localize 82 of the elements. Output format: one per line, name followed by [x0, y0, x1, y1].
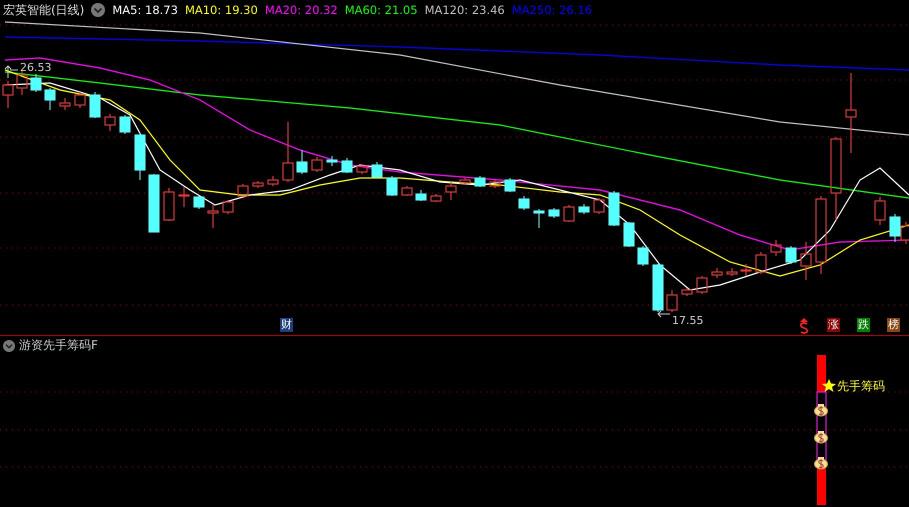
candlestick — [326, 156, 338, 166]
candlestick — [386, 176, 398, 196]
candlestick — [430, 194, 442, 202]
candlestick — [874, 196, 886, 226]
candlestick — [296, 150, 308, 174]
moving-average-label: MA120: 23.46 — [424, 3, 505, 17]
candlestick — [342, 158, 352, 174]
event-marker[interactable]: 涨 — [827, 318, 840, 332]
candlestick — [178, 186, 190, 208]
event-marker[interactable]: 跌 — [857, 318, 870, 332]
money-bag-icon — [814, 431, 828, 444]
candlestick — [800, 242, 812, 280]
candlestick — [402, 186, 412, 196]
candlestick — [148, 174, 160, 232]
high-pointer-icon — [4, 65, 18, 78]
candlestick — [252, 180, 264, 188]
candlestick — [282, 122, 294, 182]
money-bag-icon — [814, 457, 828, 470]
candlestick — [712, 268, 722, 278]
candlestick — [372, 162, 382, 178]
chart-title: 宏英智能(日线) — [3, 2, 84, 18]
signal-label: 先手筹码 — [837, 379, 885, 393]
candlestick — [564, 204, 574, 222]
candlestick — [682, 288, 692, 296]
candlestick — [356, 164, 368, 174]
candlestick — [578, 204, 590, 214]
moving-average-label: MA10: 19.30 — [184, 3, 258, 17]
candlestick — [474, 176, 486, 188]
candlestick — [460, 178, 470, 186]
candlestick — [30, 74, 42, 92]
candlestick — [518, 196, 530, 210]
candlestick — [594, 198, 604, 214]
candlestick — [624, 222, 634, 248]
candlestick — [696, 276, 708, 294]
moving-average-label: MA60: 21.05 — [344, 3, 418, 17]
moving-average-label: MA250: 26.16 — [512, 3, 592, 17]
candlestick — [238, 184, 248, 198]
candlestick — [534, 208, 544, 228]
candlestick — [890, 214, 900, 242]
candlestick — [16, 70, 28, 96]
candlestick — [90, 92, 100, 118]
candlestick — [726, 268, 738, 276]
high-price-label: 26.53 — [20, 61, 52, 74]
candlestick — [44, 88, 56, 110]
dropdown-icon[interactable] — [91, 3, 106, 17]
candlestick — [446, 182, 456, 200]
candlestick — [222, 200, 234, 214]
moving-average-label: MA5: 18.73 — [112, 3, 178, 17]
candlestick — [756, 252, 766, 274]
low-pointer-icon — [657, 310, 670, 318]
candlestick — [608, 190, 620, 226]
candlestick — [504, 178, 516, 192]
candlestick — [194, 196, 204, 210]
candlestick — [416, 190, 426, 202]
candlestick — [268, 176, 278, 186]
candlestick — [666, 290, 678, 312]
candlestick — [2, 80, 14, 108]
candlestick — [164, 188, 174, 222]
candlestick — [208, 204, 218, 228]
star-icon — [822, 379, 836, 392]
candlestick — [134, 132, 146, 180]
candlestick — [104, 114, 116, 132]
low-price-label: 17.55 — [672, 314, 704, 327]
money-bag-icon — [814, 404, 828, 416]
candlestick — [312, 156, 322, 172]
candlestick — [652, 264, 664, 312]
indicator-title: 游资先手筹码F — [19, 337, 98, 354]
candlestick — [638, 246, 648, 266]
candlestick — [786, 246, 796, 264]
moving-average-label: MA20: 20.32 — [264, 3, 338, 17]
candlestick — [120, 114, 130, 134]
candlestick — [74, 92, 86, 108]
candlestick — [900, 222, 909, 244]
candlestick — [60, 98, 70, 110]
dropdown-icon[interactable] — [3, 340, 15, 352]
candlestick — [490, 180, 500, 188]
candlestick — [770, 240, 782, 256]
event-marker[interactable]: 榜 — [887, 318, 900, 332]
dollar-up-icon — [800, 318, 808, 334]
candlestick — [740, 264, 752, 276]
candlestick — [548, 208, 560, 218]
event-marker[interactable]: 财 — [280, 318, 293, 332]
